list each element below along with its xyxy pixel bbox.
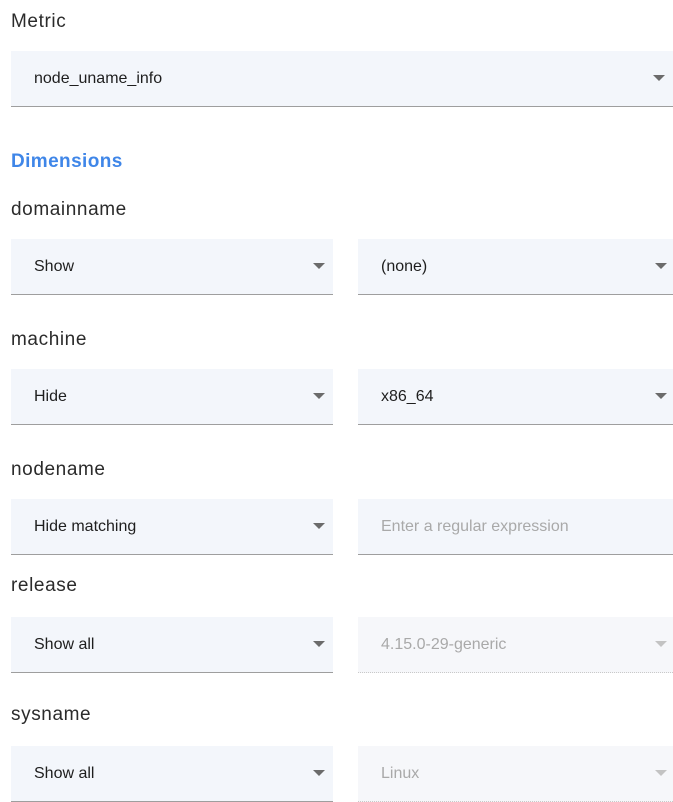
metric-select[interactable]: node_uname_info: [11, 51, 673, 107]
metric-select-value: node_uname_info: [34, 70, 163, 87]
sysname-value-select: Linux: [358, 746, 673, 802]
dimensions-heading: Dimensions: [11, 151, 123, 172]
chevron-down-icon: [313, 263, 325, 269]
chevron-down-icon: [313, 770, 325, 776]
sysname-value: Linux: [381, 765, 420, 782]
domainname-mode-value: Show: [34, 258, 75, 275]
nodename-regex-input[interactable]: [381, 499, 651, 554]
chevron-down-icon: [655, 263, 667, 269]
release-mode-value: Show all: [34, 636, 95, 653]
domainname-value-select[interactable]: (none): [358, 239, 673, 295]
chevron-down-icon: [313, 641, 325, 647]
sysname-mode-select[interactable]: Show all: [11, 746, 333, 802]
release-value: 4.15.0-29-generic: [381, 636, 507, 653]
domainname-mode-select[interactable]: Show: [11, 239, 333, 295]
nodename-mode-value: Hide matching: [34, 518, 137, 535]
machine-mode-select[interactable]: Hide: [11, 369, 333, 425]
machine-mode-value: Hide: [34, 388, 67, 405]
metric-label: Metric: [11, 11, 67, 32]
dimension-label-domainname: domainname: [11, 199, 127, 220]
chevron-down-icon: [313, 523, 325, 529]
machine-value-select[interactable]: x86_64: [358, 369, 673, 425]
machine-value: x86_64: [381, 388, 434, 405]
chevron-down-icon: [655, 770, 667, 776]
chevron-down-icon: [655, 393, 667, 399]
chevron-down-icon: [313, 393, 325, 399]
sysname-mode-value: Show all: [34, 765, 95, 782]
domainname-value: (none): [381, 258, 428, 275]
chevron-down-icon: [655, 641, 667, 647]
dimension-label-machine: machine: [11, 329, 88, 350]
dimension-label-release: release: [11, 575, 78, 596]
chevron-down-icon: [653, 75, 665, 81]
nodename-mode-select[interactable]: Hide matching: [11, 499, 333, 555]
nodename-regex-field[interactable]: [358, 499, 673, 555]
dimension-label-sysname: sysname: [11, 704, 92, 725]
dimension-label-nodename: nodename: [11, 459, 106, 480]
release-mode-select[interactable]: Show all: [11, 617, 333, 673]
release-value-select: 4.15.0-29-generic: [358, 617, 673, 673]
